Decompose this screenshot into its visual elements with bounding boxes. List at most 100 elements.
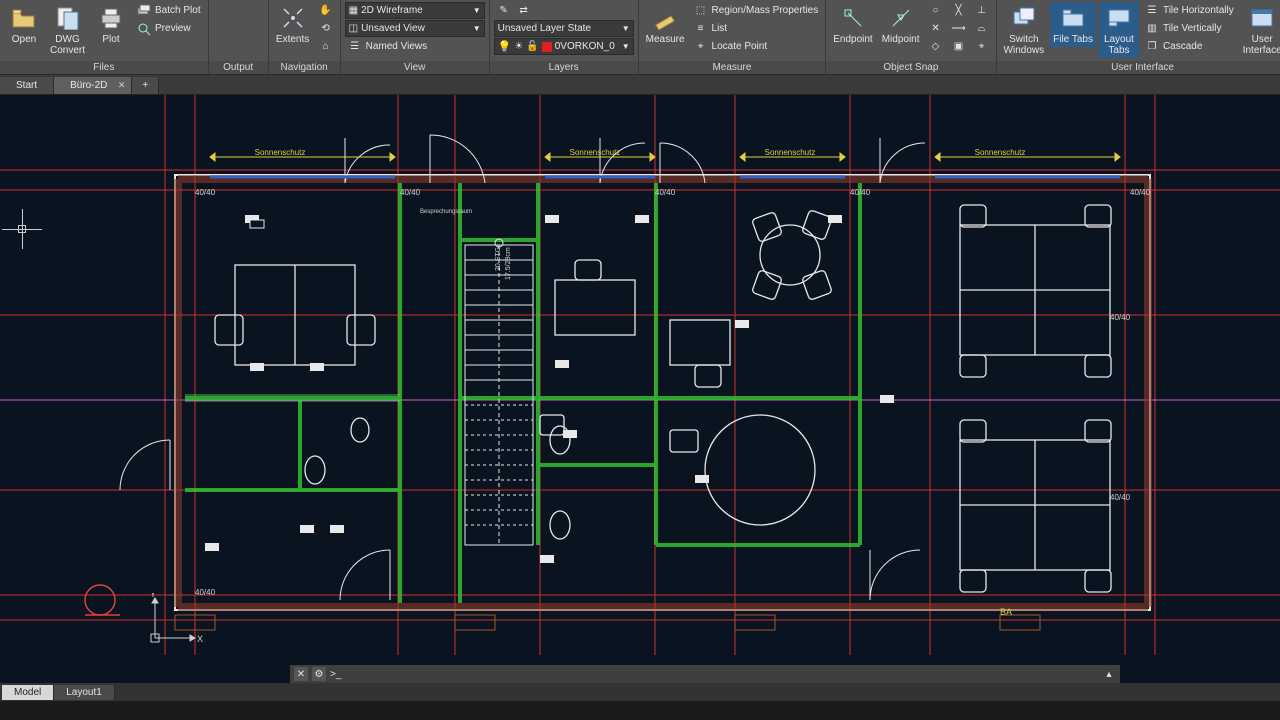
layer-iso-icon[interactable]: ⇄ — [517, 4, 531, 18]
tile-v-icon: ▥ — [1145, 22, 1159, 36]
zoom-button[interactable]: ⌂ — [316, 38, 336, 55]
named-views-label: Named Views — [366, 41, 428, 52]
measure-button[interactable]: Measure — [643, 2, 688, 47]
cascade-label: Cascade — [1163, 41, 1202, 52]
wireframe-icon: ▦ — [349, 5, 358, 16]
tab-layout1[interactable]: Layout1 — [54, 685, 115, 700]
command-prompt-label: >_ — [330, 669, 341, 680]
orbit-icon: ⟲ — [319, 22, 333, 36]
layer-state-dropdown[interactable]: Unsaved Layer State ▼ — [494, 20, 634, 37]
plot-button[interactable]: Plot — [91, 2, 131, 47]
osnap-node-button[interactable]: ✕ — [926, 20, 946, 37]
endpoint-button[interactable]: Endpoint — [830, 2, 875, 47]
open-button[interactable]: Open — [4, 2, 44, 47]
switch-windows-label: Switch Windows — [1004, 34, 1045, 56]
region-label: Region/Mass Properties — [712, 5, 819, 16]
osnap-int-button[interactable]: ╳ — [949, 2, 969, 19]
panel-navigation-title: Navigation — [269, 61, 340, 74]
tab-drawing[interactable]: Büro-2D ✕ — [54, 77, 132, 94]
osnap-ins-button[interactable]: ▣ — [949, 38, 969, 55]
midpoint-label: Midpoint — [882, 34, 920, 45]
preview-icon — [137, 22, 151, 36]
tile-v-label: Tile Vertically — [1163, 23, 1222, 34]
region-button[interactable]: ⬚Region/Mass Properties — [691, 2, 822, 19]
batch-plot-button[interactable]: Batch Plot — [134, 2, 204, 19]
printer-icon — [97, 4, 125, 32]
extents-icon — [279, 4, 307, 32]
command-line[interactable]: ✕ ⚙ >_ ▴ — [290, 665, 1120, 683]
node-icon: ✕ — [929, 22, 943, 36]
layout-tabs-button[interactable]: Layout Tabs — [1099, 2, 1139, 58]
list-button[interactable]: ≡ List — [691, 20, 822, 37]
osnap-perp-button[interactable]: ⊥ — [972, 2, 992, 19]
preview-label: Preview — [155, 23, 191, 34]
locate-button[interactable]: ⌖Locate Point — [691, 38, 822, 55]
windows-icon — [1010, 4, 1038, 32]
ui-icon — [1248, 4, 1276, 32]
ucs-x-label: X — [197, 634, 203, 644]
nearest-icon: ⌖ — [975, 40, 989, 54]
open-label: Open — [12, 34, 36, 45]
tile-h-label: Tile Horizontally — [1163, 5, 1234, 16]
endpoint-icon — [839, 4, 867, 32]
svg-text:Besprechungsraum: Besprechungsraum — [420, 209, 472, 215]
switch-windows-button[interactable]: Switch Windows — [1001, 2, 1048, 58]
osnap-tan-button[interactable]: ⌓ — [972, 20, 992, 37]
svg-text:40/40: 40/40 — [655, 188, 676, 197]
current-layer-dropdown[interactable]: 💡 ☀ 🔓 0VORKON_0 ▼ — [494, 38, 634, 55]
osnap-near-button[interactable]: ⌖ — [972, 38, 992, 55]
floor-plan: Sonnenschutz Sonnenschutz Sonnenschutz S… — [0, 95, 1280, 655]
saved-view-dropdown[interactable]: ◫ Unsaved View ▼ — [345, 20, 485, 37]
tile-v-button[interactable]: ▥ Tile Vertically — [1142, 20, 1237, 37]
osnap-quad-button[interactable]: ◇ — [926, 38, 946, 55]
cascade-icon: ❐ — [1145, 40, 1159, 54]
svg-text:40/40: 40/40 — [1110, 493, 1131, 502]
list-label: List — [712, 23, 728, 34]
orbit-button[interactable]: ⟲ — [316, 20, 336, 37]
midpoint-button[interactable]: Midpoint — [879, 2, 923, 47]
panel-output: Output — [209, 0, 269, 74]
folder-open-icon — [10, 4, 38, 32]
preview-button[interactable]: Preview — [134, 20, 204, 37]
visual-style-dropdown[interactable]: ▦ 2D Wireframe ▼ — [345, 2, 485, 19]
chevron-down-icon: ▼ — [622, 42, 630, 51]
cascade-button[interactable]: ❐ Cascade — [1142, 38, 1237, 55]
insert-icon: ▣ — [952, 40, 966, 54]
close-icon[interactable]: ✕ — [118, 80, 126, 91]
layer-state-icon[interactable]: ✎ — [497, 4, 511, 18]
chevron-up-icon[interactable]: ▴ — [1102, 667, 1116, 681]
lightbulb-icon: 💡 — [498, 40, 512, 53]
svg-text:40/40: 40/40 — [850, 188, 871, 197]
svg-text:Sonnenschutz: Sonnenschutz — [765, 148, 816, 157]
svg-text:20 STG: 20 STG — [495, 247, 502, 271]
tile-h-button[interactable]: ☰Tile Horizontally — [1142, 2, 1237, 19]
svg-text:40/40: 40/40 — [400, 188, 421, 197]
midpoint-icon — [887, 4, 915, 32]
named-views-button[interactable]: ☰ Named Views — [345, 38, 485, 55]
tab-new[interactable]: + — [132, 77, 159, 94]
chevron-down-icon: ▼ — [622, 24, 630, 33]
close-icon[interactable]: ✕ — [294, 667, 308, 681]
file-tabs-button[interactable]: File Tabs — [1050, 2, 1096, 47]
pan-button[interactable]: ✋ — [316, 2, 336, 19]
tab-start[interactable]: Start — [0, 77, 54, 94]
osnap-center-button[interactable]: ○ — [926, 2, 946, 19]
locate-icon: ⌖ — [694, 40, 708, 54]
batch-plot-label: Batch Plot — [155, 5, 201, 16]
drawing-canvas[interactable]: Sonnenschutz Sonnenschutz Sonnenschutz S… — [0, 95, 1280, 683]
command-input[interactable] — [345, 667, 1098, 682]
dwg-convert-label: DWG Convert — [50, 34, 85, 56]
user-interface-label: User Interface — [1243, 34, 1280, 56]
lock-icon: 🔓 — [526, 41, 538, 52]
user-interface-button[interactable]: User Interface — [1240, 2, 1280, 58]
svg-text:40/40: 40/40 — [195, 188, 216, 197]
osnap-ext-button[interactable]: ⟶ — [949, 20, 969, 37]
extents-button[interactable]: Extents — [273, 2, 313, 47]
tab-model[interactable]: Model — [2, 685, 54, 700]
dwg-convert-button[interactable]: DWG Convert — [47, 2, 88, 58]
view-icon: ◫ — [349, 23, 358, 34]
sun-icon: ☀ — [514, 41, 523, 52]
list-icon: ≡ — [694, 22, 708, 36]
center-icon: ○ — [929, 4, 943, 18]
customize-icon[interactable]: ⚙ — [312, 667, 326, 681]
